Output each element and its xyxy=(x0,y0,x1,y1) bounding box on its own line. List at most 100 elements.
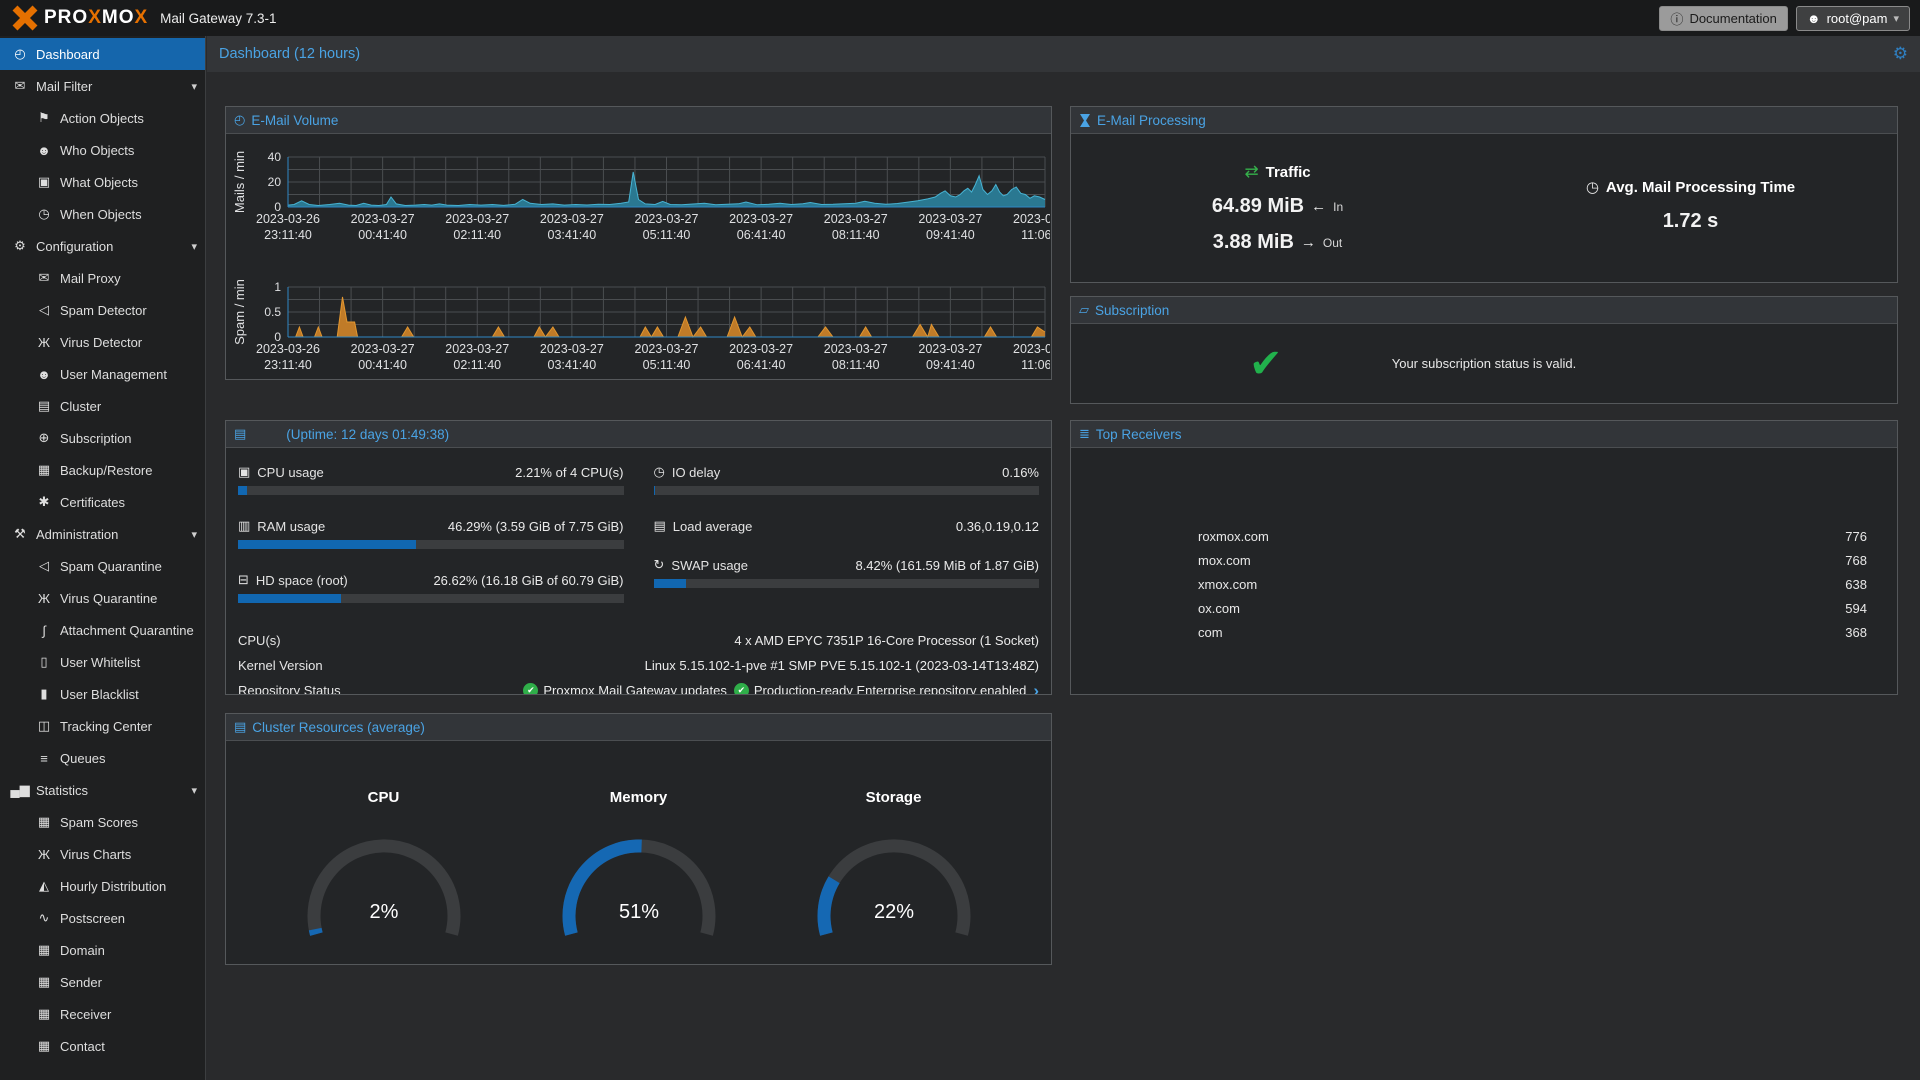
sidebar-item-attachment-quarantine[interactable]: ∫Attachment Quarantine xyxy=(0,614,205,646)
wrench-icon: ⚒ xyxy=(10,526,30,542)
proxmox-x-icon xyxy=(10,5,40,31)
sidebar-item-user-blacklist[interactable]: ▮User Blacklist xyxy=(0,678,205,710)
sidebar-item-dashboard[interactable]: ◴Dashboard xyxy=(0,38,205,70)
receiver-row[interactable]: mox.com768 xyxy=(1071,548,1897,572)
kernel-row: Kernel Version Linux 5.15.102-1-pve #1 S… xyxy=(238,653,1039,678)
bug-icon: Ж xyxy=(34,591,54,606)
sidebar-item-label: Queues xyxy=(60,751,106,766)
svg-text:02:11:40: 02:11:40 xyxy=(453,358,501,372)
sidebar-item-tracking-center[interactable]: ◫Tracking Center xyxy=(0,710,205,742)
receiver-row[interactable]: roxmox.com776 xyxy=(1071,524,1897,548)
sidebar-item-certificates[interactable]: ✱Certificates xyxy=(0,486,205,518)
stat-label: Load average xyxy=(673,519,753,534)
sidebar-item-hourly-distribution[interactable]: ◭Hourly Distribution xyxy=(0,870,205,902)
sidebar-item-statistics[interactable]: ▄▆Statistics▾ xyxy=(0,774,205,806)
sidebar-item-action-objects[interactable]: ⚑Action Objects xyxy=(0,102,205,134)
stat-progressbar xyxy=(654,579,1040,588)
sidebar-item-spam-scores[interactable]: ▦Spam Scores xyxy=(0,806,205,838)
receiver-count: 768 xyxy=(1845,553,1867,568)
receiver-domain: com xyxy=(1198,625,1223,640)
chevron-down-icon: ▾ xyxy=(1893,12,1899,25)
floppy-icon: ▦ xyxy=(34,462,54,478)
svg-text:23:11:40: 23:11:40 xyxy=(264,358,312,372)
subscription-panel: ▱ Subscription ✔ Your subscription statu… xyxy=(1070,296,1898,404)
receiver-count: 594 xyxy=(1845,601,1867,616)
svg-text:40: 40 xyxy=(268,150,282,164)
sidebar-item-contact[interactable]: ▦ Contact xyxy=(0,1030,205,1062)
arrow-right-icon: → xyxy=(1301,234,1316,251)
stat-value: 26.62% (16.18 GiB of 60.79 GiB) xyxy=(433,573,623,588)
sidebar-item-label: Spam Detector xyxy=(60,303,147,318)
sidebar-item-user-whitelist[interactable]: ▯User Whitelist xyxy=(0,646,205,678)
gauge-arc: 51% xyxy=(544,822,734,940)
receiver-count: 776 xyxy=(1845,529,1867,544)
cluster-resources-panel: ▤ Cluster Resources (average) CPU2%Memor… xyxy=(225,713,1052,965)
table-icon: ▦ xyxy=(34,814,54,830)
receiver-row[interactable]: com368 xyxy=(1071,620,1897,644)
stat-value: 2.21% of 4 CPU(s) xyxy=(515,465,623,480)
cpus-row: CPU(s) 4 x AMD EPYC 7351P 16-Core Proces… xyxy=(238,628,1039,653)
sidebar-item-label: Subscription xyxy=(60,431,132,446)
sidebar-item-label: Contact xyxy=(60,1039,105,1054)
sidebar-item-label: Attachment Quarantine xyxy=(60,623,194,638)
table-icon: ▦ xyxy=(34,974,54,990)
svg-text:09:41:40: 09:41:40 xyxy=(926,358,975,372)
svg-text:2023-03-27: 2023-03-27 xyxy=(445,212,509,226)
email-volume-header: ◴ E-Mail Volume xyxy=(226,107,1051,134)
receiver-row[interactable]: xmox.com638 xyxy=(1071,572,1897,596)
sidebar-item-configuration[interactable]: ⚙Configuration▾ xyxy=(0,230,205,262)
receiver-row[interactable]: ox.com594 xyxy=(1071,596,1897,620)
svg-text:Mails / min: Mails / min xyxy=(232,151,247,213)
user-menu-button[interactable]: ☻ root@pam ▾ xyxy=(1796,6,1910,31)
stat-progressbar xyxy=(238,540,624,549)
svg-text:2023-03-27: 2023-03-27 xyxy=(729,212,793,226)
sidebar-item-subscription[interactable]: ⊕Subscription xyxy=(0,422,205,454)
documentation-button[interactable]: ⓘ Documentation xyxy=(1659,6,1787,31)
server-stack-icon: ▤ xyxy=(34,398,54,414)
sidebar-item-label: Configuration xyxy=(36,239,113,254)
sidebar-item-what-objects[interactable]: ▣What Objects xyxy=(0,166,205,198)
stat-swap-usage: ↻SWAP usage8.42% (161.59 MiB of 1.87 GiB… xyxy=(654,557,1040,588)
sidebar-item-postscreen[interactable]: ∿Postscreen xyxy=(0,902,205,934)
gear-icon[interactable]: ⚙ xyxy=(1893,44,1908,64)
sidebar-item-receiver[interactable]: ▦Receiver xyxy=(0,998,205,1030)
sidebar-item-who-objects[interactable]: ☻Who Objects xyxy=(0,134,205,166)
sidebar-item-administration[interactable]: ⚒Administration▾ xyxy=(0,518,205,550)
sidebar-item-spam-detector[interactable]: ◁Spam Detector xyxy=(0,294,205,326)
sidebar-item-domain[interactable]: ▦Domain xyxy=(0,934,205,966)
sidebar-item-backup-restore[interactable]: ▦Backup/Restore xyxy=(0,454,205,486)
repo-badge-label: Proxmox Mail Gateway updates xyxy=(543,683,727,695)
receiver-domain: xmox.com xyxy=(1198,577,1257,592)
sidebar-item-queues[interactable]: ≡Queues xyxy=(0,742,205,774)
sidebar-item-cluster[interactable]: ▤Cluster xyxy=(0,390,205,422)
envelope-open-icon: ✉ xyxy=(34,270,54,286)
table-icon: ▦ xyxy=(34,1038,54,1054)
sidebar-item-when-objects[interactable]: ◷When Objects xyxy=(0,198,205,230)
topbar: PROXMOX Mail Gateway 7.3-1 ⓘ Documentati… xyxy=(0,0,1920,36)
sidebar-item-user-management[interactable]: ☻User Management xyxy=(0,358,205,390)
sidebar-item-virus-quarantine[interactable]: Ж Virus Quarantine xyxy=(0,582,205,614)
chevron-down-icon: ▾ xyxy=(191,240,197,253)
sidebar-item-label: Statistics xyxy=(36,783,88,798)
gauge-value: 22% xyxy=(873,901,913,923)
chevron-right-icon[interactable]: › xyxy=(1033,682,1039,695)
sidebar-item-mail-filter[interactable]: ✉Mail Filter▾ xyxy=(0,70,205,102)
megaphone-icon: ◁ xyxy=(34,558,54,574)
sidebar-item-label: Virus Quarantine xyxy=(60,591,157,606)
stat-value: 8.42% (161.59 MiB of 1.87 GiB) xyxy=(855,558,1039,573)
repo-badge-label: Production-ready Enterprise repository e… xyxy=(754,683,1026,695)
sidebar-item-sender[interactable]: ▦Sender xyxy=(0,966,205,998)
sidebar-item-spam-quarantine[interactable]: ◁Spam Quarantine xyxy=(0,550,205,582)
node-status-header: ▤ (Uptime: 12 days 01:49:38) xyxy=(226,421,1051,448)
sidebar-item-mail-proxy[interactable]: ✉ Mail Proxy xyxy=(0,262,205,294)
sidebar-item-virus-charts[interactable]: ЖVirus Charts xyxy=(0,838,205,870)
traffic-arrows-icon: ⇄ xyxy=(1244,162,1258,182)
list-icon: ≣ xyxy=(1079,426,1090,442)
sidebar-item-label: Receiver xyxy=(60,1007,111,1022)
sidebar-item-virus-detector[interactable]: ЖVirus Detector xyxy=(0,326,205,358)
content-header: Dashboard (12 hours) ⚙ xyxy=(207,36,1920,72)
sidebar-item-label: Action Objects xyxy=(60,111,144,126)
top-receivers-header: ≣ Top Receivers xyxy=(1071,421,1897,448)
sidebar-item-label: Mail Proxy xyxy=(60,271,121,286)
sidebar-item-label: Who Objects xyxy=(60,143,134,158)
